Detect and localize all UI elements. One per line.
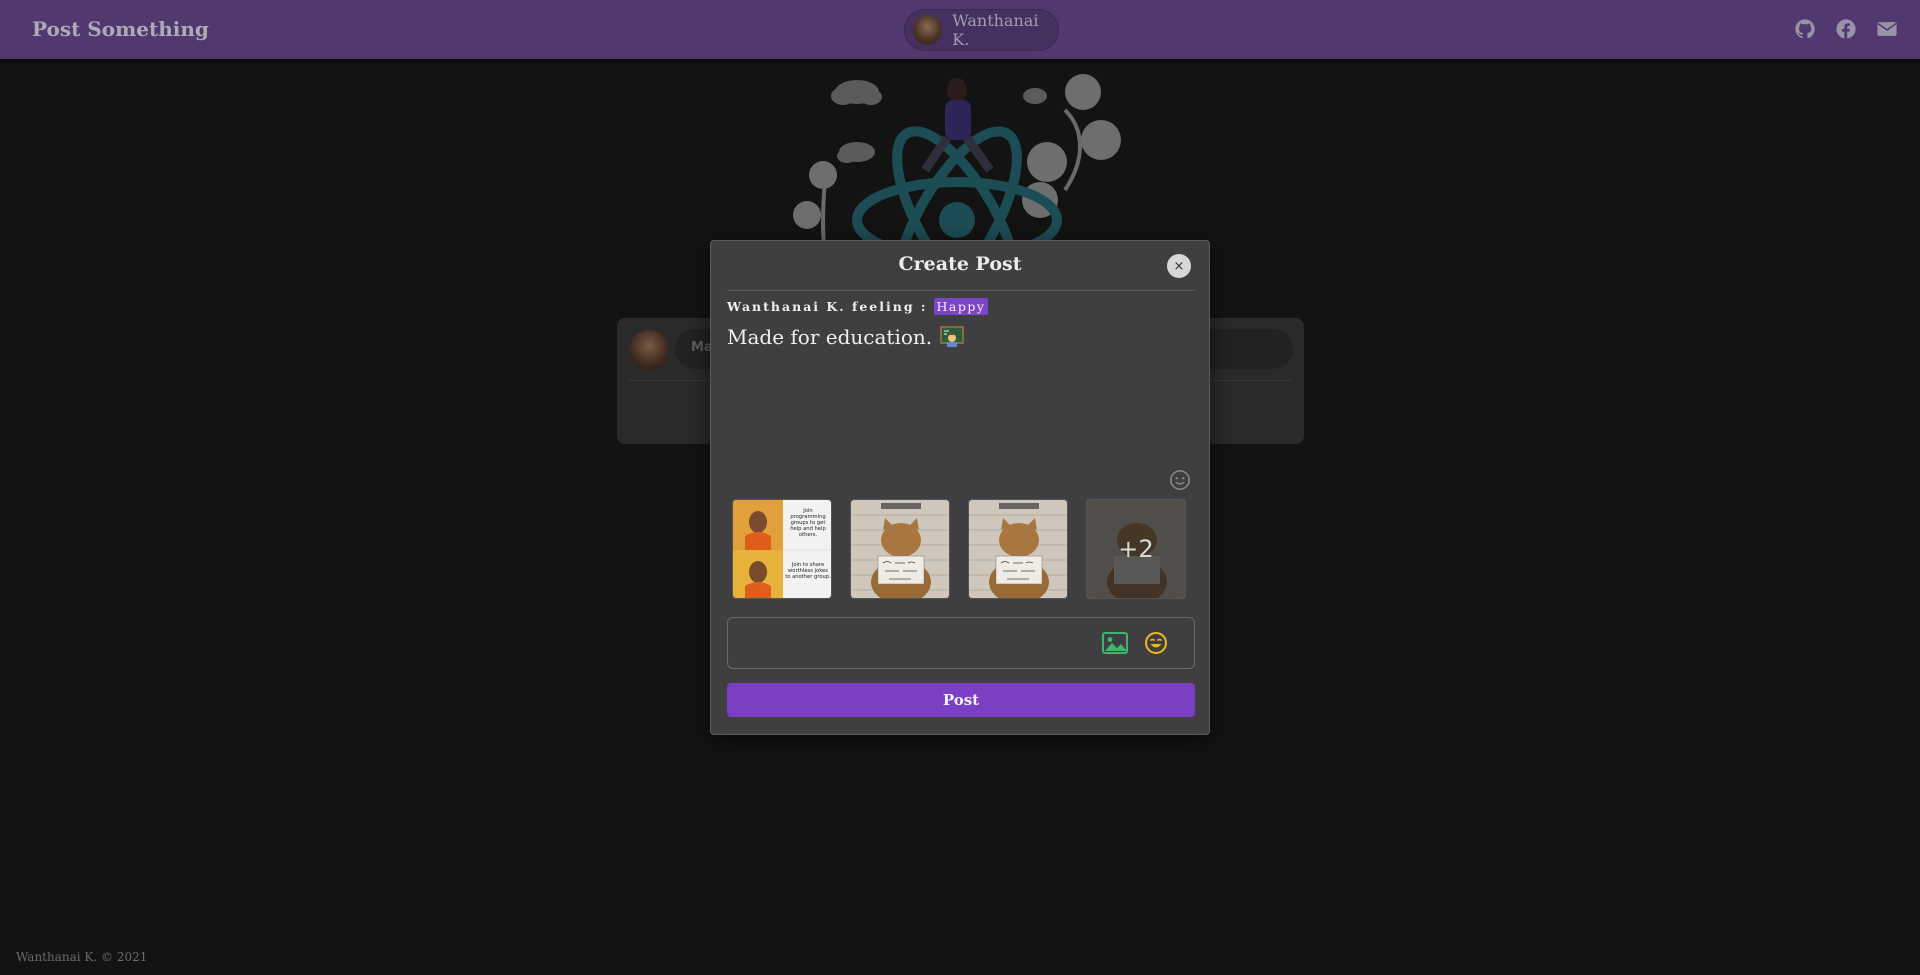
github-icon[interactable] [1794,18,1816,40]
avatar [629,330,669,370]
post-textarea[interactable]: Made for education. [727,325,965,349]
add-to-post-bar [727,617,1195,669]
meme-caption-top: Join programming groups to get help and … [790,508,826,538]
modal-title: Create Post [898,253,1022,275]
close-button[interactable]: × [1167,254,1191,278]
image-thumbnail-more[interactable]: +2 [1086,499,1186,599]
post-button[interactable]: Post [727,683,1195,717]
image-icon[interactable] [1102,631,1128,655]
user-profile-chip[interactable]: Wanthanai K. [904,9,1059,51]
teacher-emoji-icon [940,326,965,348]
react-hero-illustration [785,70,1125,314]
facebook-icon[interactable] [1835,18,1857,40]
feeling-icon[interactable] [1144,631,1168,655]
feeling-badge[interactable]: Happy [933,298,989,315]
emoji-picker-icon[interactable] [1169,469,1191,491]
image-thumbnail-cat-mugshot[interactable] [850,499,950,599]
meme-caption-bottom: Join to share worthless jokes to another… [785,562,831,580]
mail-icon[interactable] [1876,18,1898,40]
more-images-count: +2 [1087,500,1185,598]
footer-copyright: Wanthanai K. © 2021 [16,950,148,964]
feeling-prefix: Wanthanai K. feeling : [727,299,928,314]
avatar [913,15,943,45]
feeling-line: Wanthanai K. feeling : Happy [727,298,989,315]
social-links [1794,18,1898,40]
create-post-modal: Create Post × Wanthanai K. feeling : Hap… [710,240,1210,735]
top-navbar: Post Something Wanthanai K. [0,0,1920,59]
post-text-content: Made for education. [727,325,933,349]
user-name: Wanthanai K. [952,11,1039,49]
image-thumbnail-cat-mugshot[interactable] [968,499,1068,599]
image-thumbnail-drake-meme[interactable]: Join programming groups to get help and … [732,499,832,599]
brand-title[interactable]: Post Something [32,17,209,41]
image-previews: Join programming groups to get help and … [732,499,1186,599]
divider [727,290,1195,291]
